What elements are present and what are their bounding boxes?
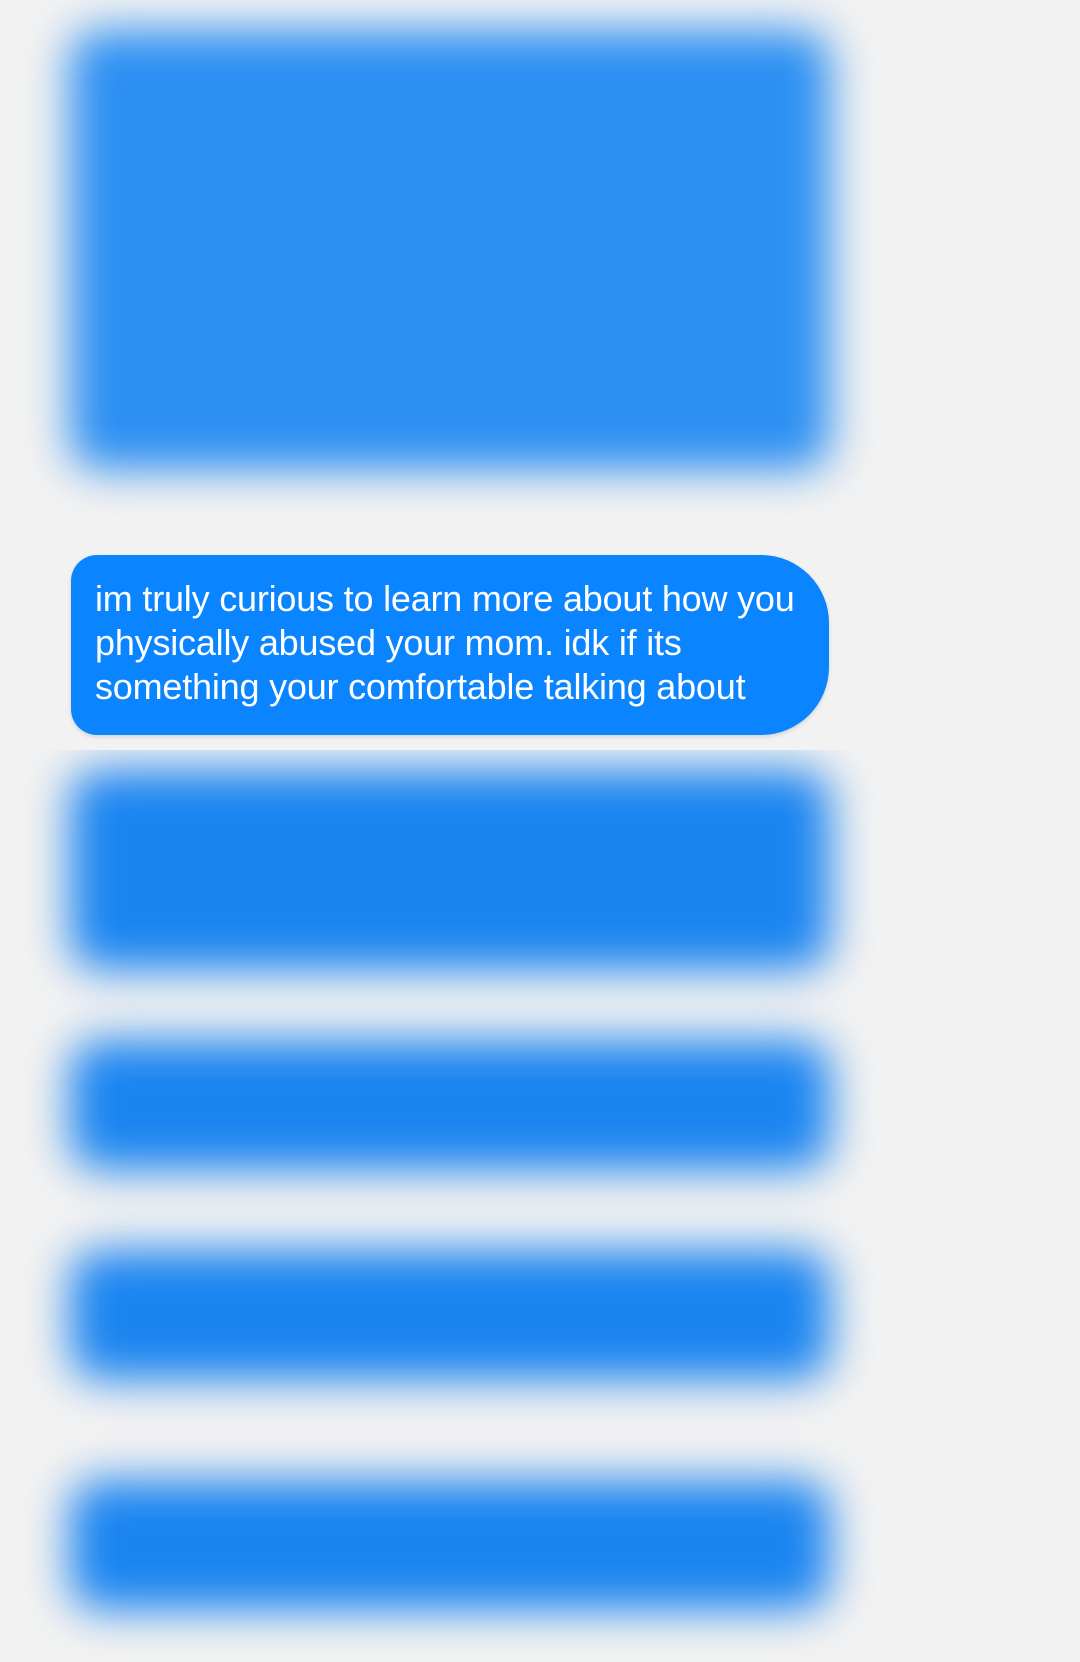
message-thread: im truly curious to learn more about how… xyxy=(0,0,1080,1662)
message-bubble[interactable]: im truly curious to learn more about how… xyxy=(71,555,829,735)
blurred-message xyxy=(70,770,830,970)
blurred-message xyxy=(70,30,830,470)
blurred-message xyxy=(70,1040,830,1170)
blurred-message xyxy=(70,1480,830,1610)
blurred-message xyxy=(70,1250,830,1380)
